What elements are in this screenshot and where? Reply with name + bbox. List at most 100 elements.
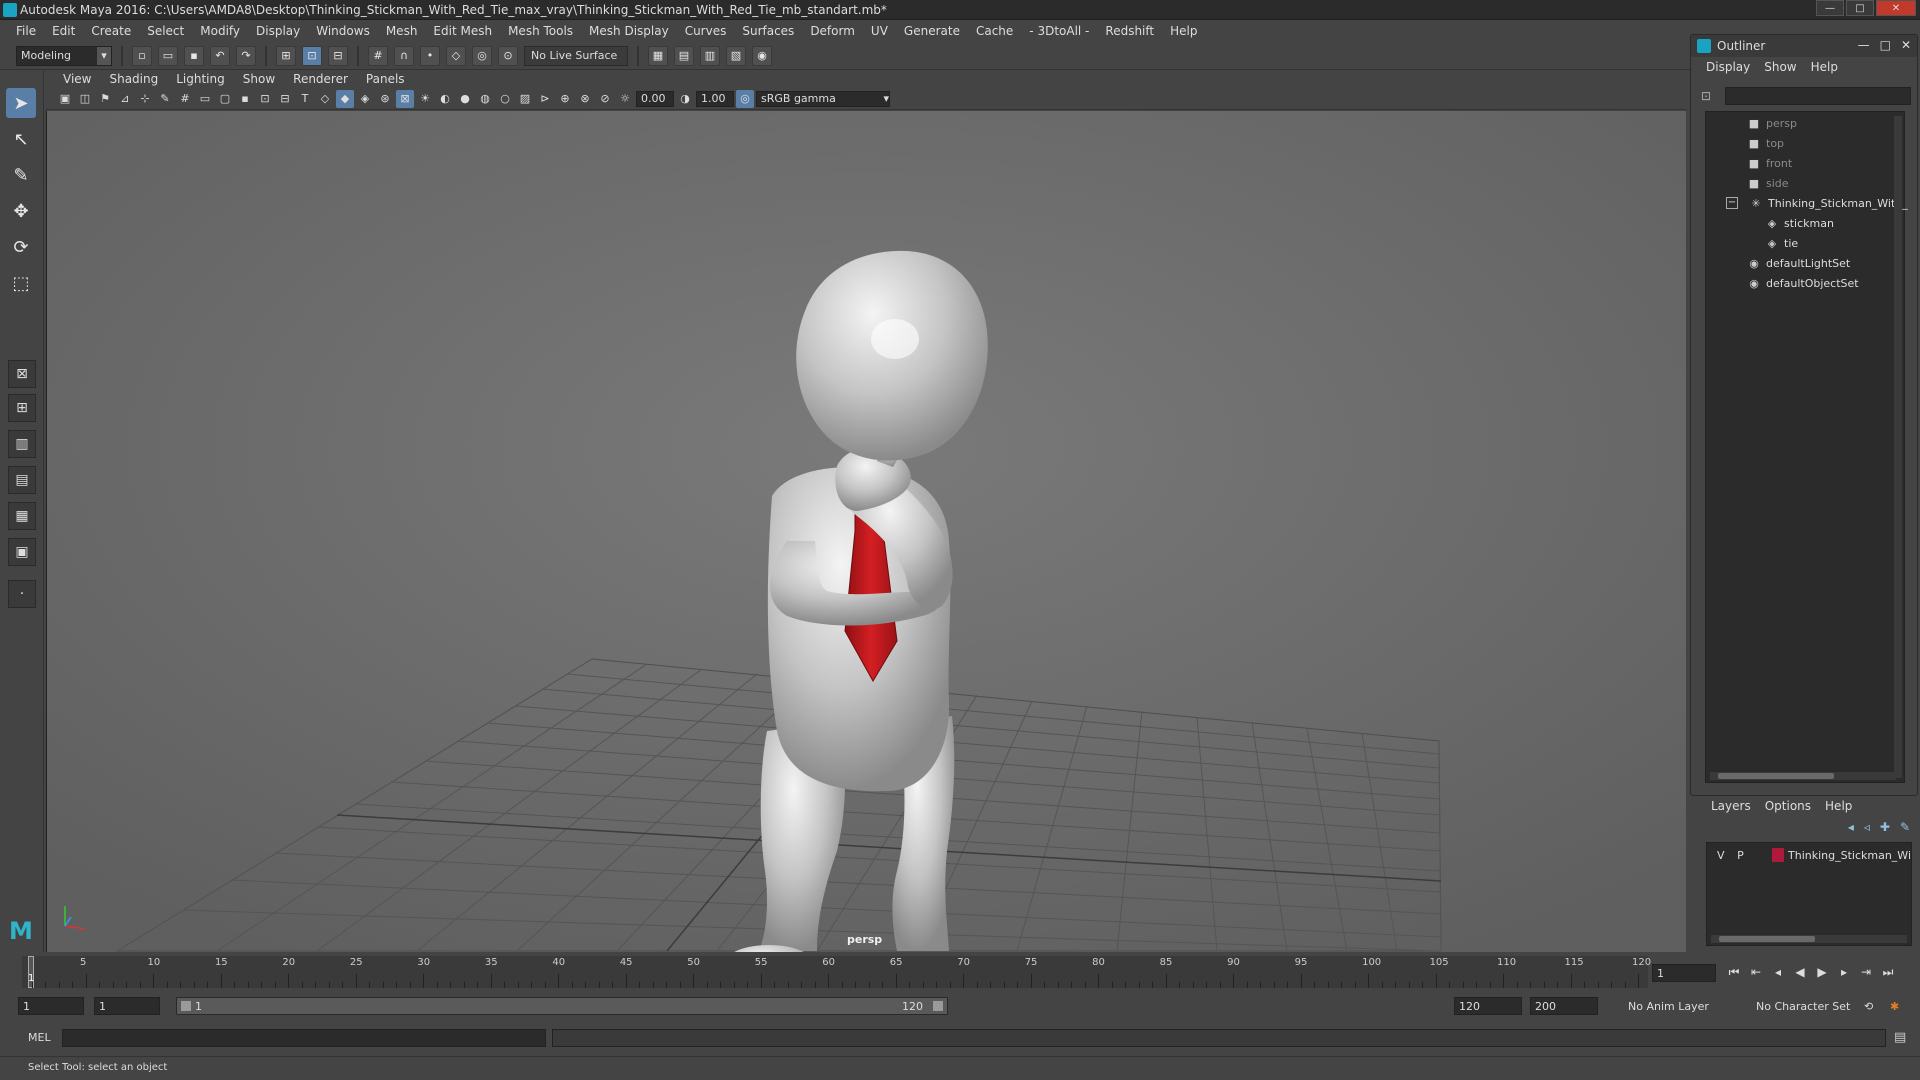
step-back-frame-icon[interactable]: ◂: [1770, 962, 1786, 982]
move-tool-icon[interactable]: ✥: [6, 196, 36, 226]
wireframe-on-shaded-icon[interactable]: ◈: [356, 90, 374, 108]
undo-icon[interactable]: ↶: [210, 45, 230, 66]
panel-menu-view[interactable]: View: [54, 72, 100, 86]
anim-layer-dropdown[interactable]: No Anim Layer: [1610, 997, 1738, 1015]
collapse-icon[interactable]: −: [1726, 197, 1738, 209]
render-settings-icon[interactable]: ▧: [726, 45, 746, 66]
hypershade-icon[interactable]: ◉: [752, 45, 772, 66]
menu-deform[interactable]: Deform: [802, 24, 863, 38]
scrollbar-thumb[interactable]: [1719, 936, 1815, 942]
menu-file[interactable]: File: [8, 24, 44, 38]
panel-menu-renderer[interactable]: Renderer: [284, 72, 357, 86]
range-end-handle[interactable]: [933, 1001, 943, 1011]
menu-3dtoall[interactable]: - 3DtoAll -: [1021, 24, 1097, 38]
layer-playback-toggle[interactable]: P: [1733, 847, 1749, 863]
resolution-gate-icon[interactable]: ▢: [216, 90, 234, 108]
exposure-field[interactable]: 0.00: [636, 90, 674, 107]
outliner-maximize-button[interactable]: □: [1880, 38, 1891, 52]
anim-preferences-icon[interactable]: ✱: [1890, 997, 1910, 1015]
isolate-select-icon[interactable]: ⊳: [536, 90, 554, 108]
playback-start-field[interactable]: 1: [94, 997, 160, 1015]
anti-aliasing-icon[interactable]: ○: [496, 90, 514, 108]
outliner-item-defaultobjectset[interactable]: ◉ defaultObjectSet: [1746, 274, 1858, 292]
outliner-item-persp[interactable]: ■ persp: [1746, 114, 1797, 132]
outliner-search-input[interactable]: [1725, 87, 1911, 105]
menu-uv[interactable]: UV: [863, 24, 896, 38]
shadows-icon[interactable]: ◐: [436, 90, 454, 108]
rotate-tool-icon[interactable]: ⟳: [6, 232, 36, 262]
film-gate-icon[interactable]: ▭: [196, 90, 214, 108]
outliner-menu-display[interactable]: Display: [1699, 60, 1757, 74]
play-forwards-icon[interactable]: ▶: [1814, 962, 1830, 982]
auto-key-icon[interactable]: ⟲: [1864, 997, 1884, 1015]
snap-curve-icon[interactable]: ∩: [394, 45, 414, 66]
menu-mesh-display[interactable]: Mesh Display: [581, 24, 677, 38]
render-view-icon[interactable]: ▦: [648, 45, 668, 66]
current-frame-field[interactable]: 1: [1652, 964, 1716, 982]
live-surface-field[interactable]: No Live Surface: [524, 45, 628, 66]
outliner-item-tie[interactable]: ◈ tie: [1764, 234, 1798, 252]
use-lights-icon[interactable]: ☀: [416, 90, 434, 108]
menu-create[interactable]: Create: [83, 24, 139, 38]
layer-color-swatch[interactable]: [1771, 848, 1785, 862]
lasso-tool-icon[interactable]: ↖: [6, 124, 36, 154]
outliner-vertical-scrollbar[interactable]: [1894, 116, 1902, 778]
image-plane-icon[interactable]: ⊿: [116, 90, 134, 108]
color-management-icon[interactable]: ◎: [736, 89, 754, 108]
layer-visibility-toggle[interactable]: V: [1713, 847, 1729, 863]
exposure-icon[interactable]: ☼: [616, 90, 634, 108]
scrollbar-thumb[interactable]: [1718, 773, 1834, 779]
filter-icon[interactable]: ⊡: [1701, 89, 1717, 105]
range-slider[interactable]: 1 120: [176, 997, 948, 1015]
grease-pencil-icon[interactable]: ✎: [156, 90, 174, 108]
snap-point-icon[interactable]: •: [420, 45, 440, 66]
menu-redshift[interactable]: Redshift: [1097, 24, 1162, 38]
select-component-icon[interactable]: ⊟: [328, 45, 348, 66]
menu-cache[interactable]: Cache: [968, 24, 1021, 38]
playback-end-field[interactable]: 120: [1454, 997, 1522, 1015]
step-forward-key-icon[interactable]: ⇥: [1858, 962, 1874, 982]
backface-culling-icon[interactable]: ⊘: [596, 90, 614, 108]
menu-help[interactable]: Help: [1162, 24, 1205, 38]
four-view-layout-icon[interactable]: ⊞: [8, 394, 36, 422]
animation-start-field[interactable]: 1: [18, 997, 84, 1015]
make-live-icon[interactable]: ⊙: [498, 45, 518, 66]
select-camera-icon[interactable]: ▣: [56, 90, 74, 108]
xray-active-icon[interactable]: ⊗: [576, 90, 594, 108]
xray-joints-icon[interactable]: ⊕: [556, 90, 574, 108]
smooth-shade-icon[interactable]: ◆: [336, 89, 354, 108]
hypershade-layout-icon[interactable]: ▦: [8, 502, 36, 530]
animation-end-field[interactable]: 200: [1530, 997, 1598, 1015]
menu-edit-mesh[interactable]: Edit Mesh: [425, 24, 500, 38]
depth-of-field-icon[interactable]: ▨: [516, 90, 534, 108]
menu-display[interactable]: Display: [248, 24, 308, 38]
outliner-item-front[interactable]: ■ front: [1746, 154, 1792, 172]
persp-graph-layout-icon[interactable]: ▤: [8, 466, 36, 494]
select-hierarchy-icon[interactable]: ⊞: [276, 45, 296, 66]
scale-tool-icon[interactable]: ⬚: [6, 268, 36, 298]
layers-menu-options[interactable]: Options: [1758, 799, 1818, 813]
new-scene-icon[interactable]: ▫: [132, 45, 152, 66]
safe-action-icon[interactable]: ⊟: [276, 90, 294, 108]
menu-modify[interactable]: Modify: [192, 24, 248, 38]
xray-icon[interactable]: ⊠: [396, 89, 414, 108]
gamma-field[interactable]: 1.00: [696, 90, 734, 107]
view-transform-dropdown[interactable]: sRGB gamma ▾: [756, 90, 890, 107]
outliner-close-button[interactable]: ✕: [1901, 38, 1911, 52]
outliner-minimize-button[interactable]: —: [1858, 38, 1870, 52]
select-tool-icon[interactable]: ➤: [6, 88, 36, 118]
persp-outliner-layout-icon[interactable]: ▥: [8, 430, 36, 458]
menu-generate[interactable]: Generate: [896, 24, 968, 38]
single-perspective-layout-icon[interactable]: ⊠: [8, 360, 36, 388]
go-to-end-icon[interactable]: ⏭: [1880, 962, 1896, 982]
select-object-icon[interactable]: ⊡: [302, 45, 322, 66]
command-input[interactable]: [62, 1029, 546, 1047]
layers-menu-help[interactable]: Help: [1818, 799, 1859, 813]
maximize-button[interactable]: □: [1846, 0, 1874, 16]
new-layer-selected-icon[interactable]: ✎: [1900, 820, 1910, 834]
character-set-dropdown[interactable]: No Character Set: [1740, 997, 1864, 1015]
script-language-label[interactable]: MEL: [28, 1031, 51, 1044]
move-layer-up-icon[interactable]: ◂: [1848, 820, 1854, 834]
time-slider[interactable]: 1 5 10 15 20 25 30 35 40 45 50 55 60 65 70 75 80 85 90 95 1…: [22, 956, 1651, 988]
snap-view-plane-icon[interactable]: ◇: [446, 45, 466, 66]
